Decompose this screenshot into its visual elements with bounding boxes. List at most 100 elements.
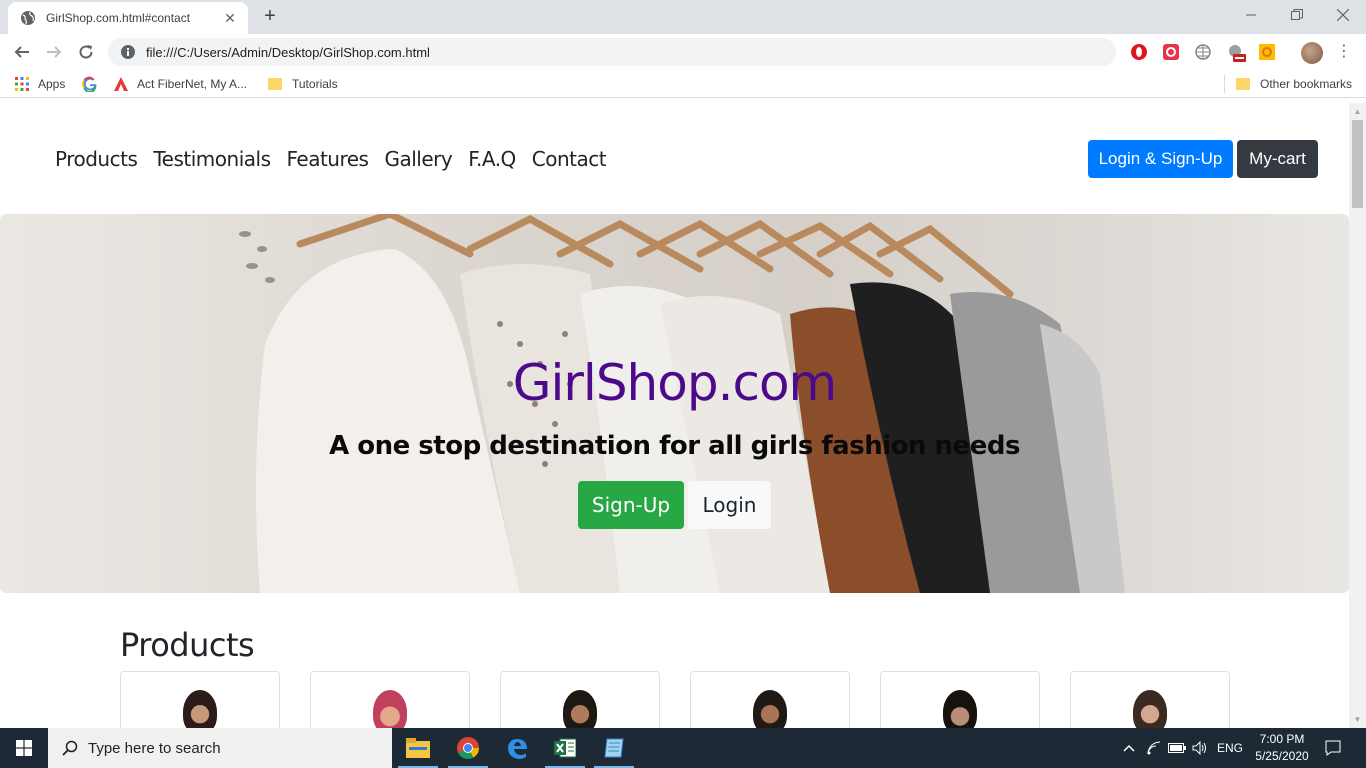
minimize-button[interactable] [1228, 0, 1274, 30]
other-bookmarks-label: Other bookmarks [1260, 77, 1353, 91]
chrome-taskbar-button[interactable] [444, 728, 492, 768]
chrome-icon [457, 737, 479, 759]
opera-extension-icon[interactable] [1130, 43, 1148, 61]
bookmark-label: Act FiberNet, My A... [137, 77, 248, 91]
notification-icon [1325, 740, 1341, 756]
product-card[interactable] [880, 671, 1040, 728]
file-explorer-icon [406, 738, 430, 758]
hero-title: GirlShop.com [512, 354, 838, 412]
excel-icon [554, 738, 576, 758]
product-image [753, 690, 787, 728]
product-card[interactable] [1070, 671, 1230, 728]
reload-button[interactable] [74, 40, 98, 64]
product-card[interactable] [690, 671, 850, 728]
new-tab-button[interactable]: + [258, 5, 282, 29]
battery-icon [1168, 743, 1186, 753]
notepad-taskbar-button[interactable] [590, 728, 638, 768]
taskbar-search-box[interactable]: Type here to search [48, 728, 392, 768]
folder-icon [1236, 76, 1252, 92]
back-arrow-icon [14, 46, 29, 58]
bookmarks-bar: Apps Act FiberNet, My A... Tutorials Oth… [0, 70, 1366, 98]
product-image [183, 690, 217, 728]
windows-logo-icon [16, 740, 32, 756]
menu-kebab-icon[interactable]: ⋮ [1336, 42, 1352, 62]
nav-link-products[interactable]: Products [55, 147, 138, 171]
forward-button[interactable] [42, 40, 66, 64]
nav-link-contact[interactable]: Contact [532, 147, 607, 171]
profile-avatar[interactable] [1301, 42, 1323, 64]
products-heading: Products [120, 626, 255, 664]
product-image [373, 690, 407, 728]
yellow-extension-icon[interactable] [1258, 43, 1276, 61]
close-window-button[interactable] [1320, 0, 1366, 30]
notifications-button[interactable] [1318, 728, 1348, 768]
minimize-icon [1246, 14, 1256, 16]
login-signup-button[interactable]: Login & Sign-Up [1088, 140, 1233, 178]
battery-button[interactable] [1166, 728, 1188, 768]
address-bar[interactable]: file:///C:/Users/Admin/Desktop/GirlShop.… [108, 38, 1116, 66]
nav-link-testimonials[interactable]: Testimonials [153, 147, 271, 171]
apps-grid-icon [15, 77, 29, 91]
hero-signup-button[interactable]: Sign-Up [578, 481, 684, 529]
tab-title: GirlShop.com.html#contact [46, 11, 191, 25]
network-button[interactable] [1144, 728, 1166, 768]
file-explorer-taskbar-button[interactable] [394, 728, 442, 768]
url-text: file:///C:/Users/Admin/Desktop/GirlShop.… [146, 44, 430, 60]
red-extension-icon[interactable] [1162, 43, 1180, 61]
globe-icon [21, 11, 35, 25]
language-indicator[interactable]: ENG [1213, 728, 1247, 768]
scrollbar-thumb[interactable] [1352, 120, 1363, 208]
chevron-up-icon [1123, 744, 1135, 752]
restore-button[interactable] [1274, 0, 1320, 30]
excel-taskbar-button[interactable] [541, 728, 589, 768]
web-extension-icon[interactable] [1194, 43, 1212, 61]
product-card[interactable] [310, 671, 470, 728]
product-card[interactable] [120, 671, 280, 728]
bookmark-tutorials[interactable]: Tutorials [268, 75, 338, 93]
bookmark-act-fibernet[interactable]: Act FiberNet, My A... [113, 75, 247, 93]
volume-button[interactable] [1189, 728, 1211, 768]
other-bookmarks[interactable]: Other bookmarks [1236, 75, 1352, 93]
site-info-icon[interactable] [120, 44, 136, 60]
product-image [563, 690, 597, 728]
tab-strip: GirlShop.com.html#contact ✕ + [0, 0, 1366, 34]
bookmark-google[interactable] [82, 75, 106, 93]
speaker-icon [1192, 741, 1206, 755]
show-hidden-icons-button[interactable] [1118, 728, 1140, 768]
restore-icon [1291, 9, 1303, 20]
site-navbar: Products Testimonials Features Gallery F… [0, 103, 1349, 214]
hero-banner: GirlShop.com A one stop destination for … [0, 214, 1349, 593]
reload-icon [79, 45, 93, 59]
page-viewport: Products Testimonials Features Gallery F… [0, 103, 1349, 728]
bookmarks-divider [1224, 75, 1225, 93]
taskbar-clock[interactable]: 7:00 PM 5/25/2020 [1244, 731, 1320, 765]
browser-tab[interactable]: GirlShop.com.html#contact ✕ [8, 2, 248, 34]
my-cart-button[interactable]: My-cart [1237, 140, 1318, 178]
disabled-extension-icon[interactable] [1226, 43, 1246, 62]
google-icon [82, 76, 97, 92]
clock-date: 5/25/2020 [1255, 749, 1309, 763]
product-card[interactable] [500, 671, 660, 728]
nav-link-features[interactable]: Features [286, 147, 369, 171]
nav-link-gallery[interactable]: Gallery [384, 147, 452, 171]
clock-time: 7:00 PM [1259, 732, 1305, 746]
hero-login-button[interactable]: Login [688, 481, 771, 529]
product-image [943, 690, 977, 728]
act-fibernet-icon [114, 77, 128, 91]
close-icon [1337, 9, 1349, 21]
search-placeholder: Type here to search [88, 739, 221, 757]
nav-link-faq[interactable]: F.A.Q [468, 147, 516, 171]
page-scrollbar[interactable]: ▲ ▼ [1349, 103, 1366, 728]
edge-taskbar-button[interactable] [493, 728, 541, 768]
search-icon [62, 740, 78, 756]
bookmark-label: Apps [38, 77, 66, 91]
hero-subtitle: A one stop destination for all girls fas… [329, 431, 1020, 461]
tab-close-icon[interactable]: ✕ [222, 10, 238, 27]
bookmark-apps[interactable]: Apps [14, 75, 65, 93]
scroll-down-arrow-icon[interactable]: ▼ [1349, 711, 1366, 728]
windows-taskbar: Type here to search ENG 7:00 PM 5/25/202… [0, 728, 1366, 768]
folder-icon [268, 76, 284, 92]
back-button[interactable] [10, 40, 34, 64]
scroll-up-arrow-icon[interactable]: ▲ [1349, 103, 1366, 120]
start-button[interactable] [0, 728, 48, 768]
